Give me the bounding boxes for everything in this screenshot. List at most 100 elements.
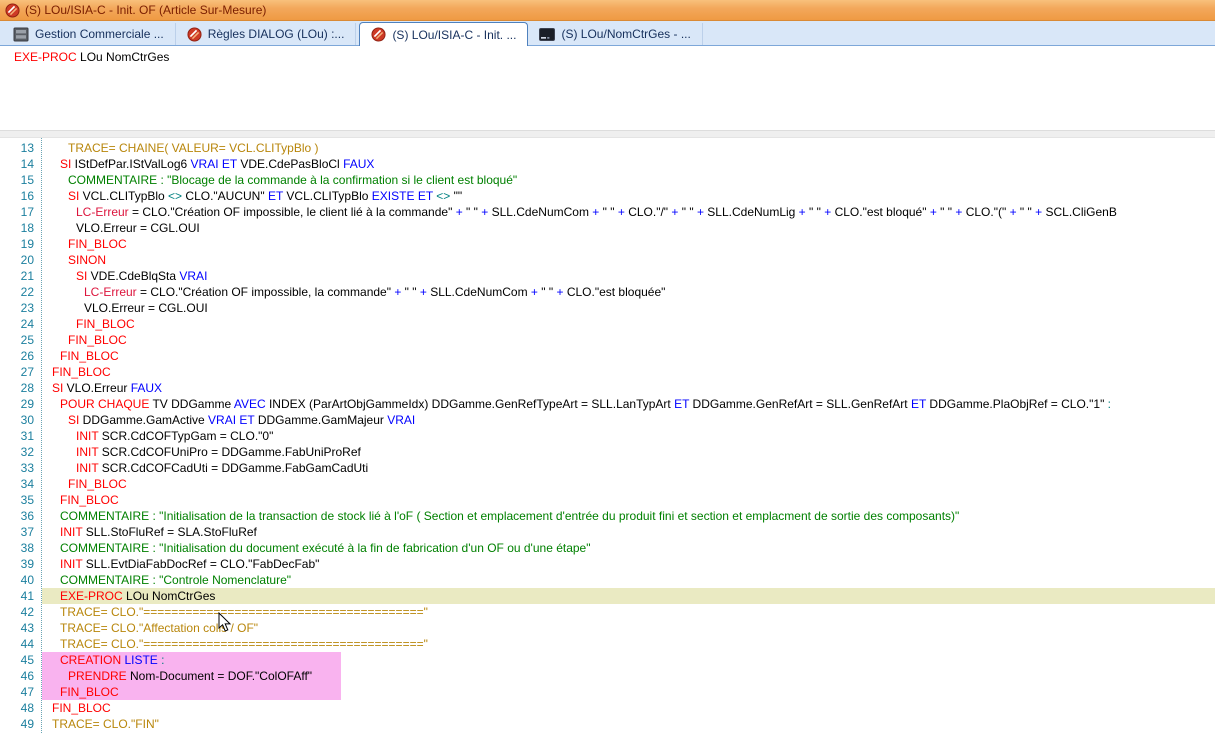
line-number[interactable]: 37 — [0, 524, 42, 540]
line-number[interactable]: 39 — [0, 556, 42, 572]
line-content[interactable]: FIN_BLOC — [42, 476, 1215, 492]
line-content[interactable]: FIN_BLOC — [42, 700, 1215, 716]
line-number[interactable]: 38 — [0, 540, 42, 556]
code-token: VDE.CdeBlqSta — [91, 269, 180, 283]
line-number[interactable]: 31 — [0, 428, 42, 444]
line-number[interactable]: 36 — [0, 508, 42, 524]
line-content[interactable]: SINON — [42, 252, 1215, 268]
line-content[interactable]: LC-Erreur = CLO."Création OF impossible,… — [42, 284, 1215, 300]
line-content[interactable]: TRACE= CLO."FIN" — [42, 716, 1215, 732]
line-content[interactable]: TRACE= CLO."============================… — [42, 636, 1215, 652]
pane-splitter[interactable] — [0, 130, 1215, 138]
line-number[interactable]: 14 — [0, 156, 42, 172]
line-content[interactable]: SI VDE.CdeBlqSta VRAI — [42, 268, 1215, 284]
tab-1[interactable]: Règles DIALOG (LOu) :... — [176, 23, 357, 45]
line-number[interactable]: 21 — [0, 268, 42, 284]
code-token: SLL.CdeNumCom — [427, 285, 531, 299]
line-number[interactable]: 23 — [0, 300, 42, 316]
line-content[interactable]: COMMENTAIRE : "Controle Nomenclature" — [42, 572, 1215, 588]
line-content[interactable]: VLO.Erreur = CGL.OUI — [42, 220, 1215, 236]
code-token: ET — [418, 189, 433, 203]
line-content[interactable]: FIN_BLOC — [42, 364, 1215, 380]
code-token: SI — [60, 157, 75, 171]
line-content[interactable]: SI DDGamme.GamActive VRAI ET DDGamme.Gam… — [42, 412, 1215, 428]
line-number[interactable]: 18 — [0, 220, 42, 236]
line-number[interactable]: 22 — [0, 284, 42, 300]
line-content[interactable]: POUR CHAQUE TV DDGamme AVEC INDEX (ParAr… — [42, 396, 1215, 412]
code-token: " " — [806, 205, 825, 219]
line-number[interactable]: 41 — [0, 588, 42, 604]
code-token: PRENDRE — [68, 669, 130, 683]
line-content[interactable]: FIN_BLOC — [42, 332, 1215, 348]
procedure-header-line[interactable]: EXE-PROC LOu NomCtrGes — [14, 50, 1215, 64]
line-content[interactable]: INIT SCR.CdCOFCadUti = DDGamme.FabGamCad… — [42, 460, 1215, 476]
line-number[interactable]: 20 — [0, 252, 42, 268]
line-content[interactable]: COMMENTAIRE : "Initialisation de la tran… — [42, 508, 1215, 524]
code-token: TRACE= CLO."============================… — [60, 605, 428, 619]
line-number[interactable]: 26 — [0, 348, 42, 364]
line-content[interactable]: SI VCL.CLITypBlo <> CLO."AUCUN" ET VCL.C… — [42, 188, 1215, 204]
code-token: LC-Erreur — [76, 205, 129, 219]
line-content[interactable]: SI IStDefPar.IStValLog6 VRAI ET VDE.CdeP… — [42, 156, 1215, 172]
line-number[interactable]: 16 — [0, 188, 42, 204]
line-number[interactable]: 19 — [0, 236, 42, 252]
line-number[interactable]: 43 — [0, 620, 42, 636]
line-number[interactable]: 33 — [0, 460, 42, 476]
tab-0[interactable]: Gestion Commerciale ... — [2, 23, 176, 45]
code-token: + — [420, 285, 427, 299]
code-token: SI — [76, 269, 91, 283]
line-number[interactable]: 35 — [0, 492, 42, 508]
line-content[interactable]: FIN_BLOC — [42, 492, 1215, 508]
line-number[interactable]: 29 — [0, 396, 42, 412]
code-token: " " — [538, 285, 557, 299]
code-editor[interactable]: 13TRACE= CHAINE( VALEUR= VCL.CLITypBlo )… — [0, 138, 1215, 733]
line-number[interactable]: 47 — [0, 684, 42, 700]
procedure-header-pane[interactable]: EXE-PROC LOu NomCtrGes — [0, 46, 1215, 130]
window-titlebar[interactable]: (S) LOu/ISIA-C - Init. OF (Article Sur-M… — [0, 0, 1215, 21]
line-content[interactable]: TRACE= CHAINE( VALEUR= VCL.CLITypBlo ) — [42, 140, 1215, 156]
code-token: COMMENTAIRE : "Controle Nomenclature" — [60, 573, 291, 587]
line-content[interactable]: FIN_BLOC — [42, 236, 1215, 252]
line-content[interactable]: FIN_BLOC — [42, 316, 1215, 332]
line-number[interactable]: 42 — [0, 604, 42, 620]
line-content[interactable]: VLO.Erreur = CGL.OUI — [42, 300, 1215, 316]
tab-label: Gestion Commerciale ... — [35, 27, 164, 41]
line-number[interactable]: 15 — [0, 172, 42, 188]
app-icon[interactable] — [5, 3, 20, 18]
line-content[interactable]: INIT SCR.CdCOFUniPro = DDGamme.FabUniPro… — [42, 444, 1215, 460]
line-content[interactable]: INIT SCR.CdCOFTypGam = CLO."0" — [42, 428, 1215, 444]
line-number[interactable]: 24 — [0, 316, 42, 332]
line-number[interactable]: 30 — [0, 412, 42, 428]
line-content[interactable]: CREATION LISTE : — [42, 652, 1215, 668]
code-line: 23VLO.Erreur = CGL.OUI — [0, 300, 1215, 316]
line-content[interactable]: COMMENTAIRE : "Initialisation du documen… — [42, 540, 1215, 556]
line-content[interactable]: SI VLO.Erreur FAUX — [42, 380, 1215, 396]
code-token: INIT — [76, 461, 102, 475]
line-number[interactable]: 32 — [0, 444, 42, 460]
line-number[interactable]: 49 — [0, 716, 42, 732]
tab-3[interactable]: (S) LOu/NomCtrGes - ... — [528, 23, 702, 45]
line-number[interactable]: 28 — [0, 380, 42, 396]
line-number[interactable]: 34 — [0, 476, 42, 492]
line-number[interactable]: 46 — [0, 668, 42, 684]
code-line: 46PRENDRE Nom-Document = DOF."ColOFAff" — [0, 668, 1215, 684]
line-number[interactable]: 48 — [0, 700, 42, 716]
line-content[interactable]: EXE-PROC LOu NomCtrGes — [42, 588, 1215, 604]
line-content[interactable]: COMMENTAIRE : "Blocage de la commande à … — [42, 172, 1215, 188]
line-content[interactable]: FIN_BLOC — [42, 348, 1215, 364]
line-number[interactable]: 25 — [0, 332, 42, 348]
line-number[interactable]: 40 — [0, 572, 42, 588]
line-content[interactable]: INIT SLL.EvtDiaFabDocRef = CLO."FabDecFa… — [42, 556, 1215, 572]
line-number[interactable]: 17 — [0, 204, 42, 220]
line-content[interactable]: PRENDRE Nom-Document = DOF."ColOFAff" — [42, 668, 1215, 684]
tab-2[interactable]: (S) LOu/ISIA-C - Init. ... — [359, 22, 528, 46]
line-number[interactable]: 27 — [0, 364, 42, 380]
line-number[interactable]: 44 — [0, 636, 42, 652]
line-content[interactable]: INIT SLL.StoFluRef = SLA.StoFluRef — [42, 524, 1215, 540]
code-token: POUR CHAQUE — [60, 397, 152, 411]
line-content[interactable]: LC-Erreur = CLO."Création OF impossible,… — [42, 204, 1215, 220]
line-content[interactable]: FIN_BLOC — [42, 684, 1215, 700]
line-number[interactable]: 13 — [0, 140, 42, 156]
line-number[interactable]: 45 — [0, 652, 42, 668]
code-token: SCL.CliGenB — [1042, 205, 1117, 219]
